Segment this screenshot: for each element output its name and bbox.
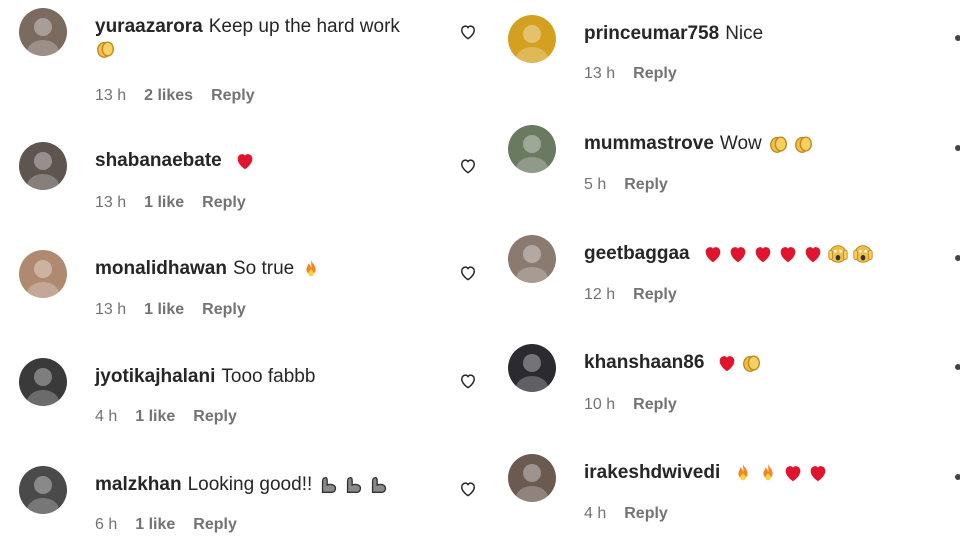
avatar[interactable] — [508, 235, 556, 283]
heart-outline-icon[interactable] — [458, 371, 478, 391]
comment-text: Keep up the hard work — [208, 16, 400, 37]
muscle-emoji-icon — [368, 474, 390, 496]
username-link[interactable]: geetbaggaa — [584, 243, 690, 264]
more-options-icon[interactable] — [955, 364, 960, 370]
fire-emoji-icon — [732, 462, 754, 484]
heart-outline-icon[interactable] — [458, 22, 478, 42]
muscle-emoji-icon — [318, 474, 340, 496]
comment-timestamp: 12 h — [584, 286, 616, 303]
comment-text: So true — [232, 258, 295, 279]
reply-button[interactable]: Reply — [633, 285, 677, 305]
more-options-icon[interactable] — [955, 35, 960, 41]
clap-emoji-icon — [741, 352, 763, 374]
comment-text: Nice — [725, 23, 764, 44]
comment-timestamp: 13 h — [95, 301, 127, 318]
username-link[interactable]: khanshaan86 — [584, 352, 704, 373]
likes-count[interactable]: 1 like — [135, 407, 175, 427]
comment-timestamp: 4 h — [584, 505, 607, 522]
comment-timestamp: 10 h — [584, 396, 616, 413]
heart-outline-icon[interactable] — [458, 479, 478, 499]
heart-emoji-icon — [234, 150, 256, 172]
comment-emojis — [95, 38, 117, 60]
username-link[interactable]: irakeshdwivedi — [584, 462, 720, 483]
comment-timestamp: 13 h — [95, 194, 127, 211]
comment-timestamp: 5 h — [584, 176, 607, 193]
avatar[interactable] — [508, 344, 556, 392]
likes-count[interactable]: 1 like — [144, 193, 184, 213]
likes-count[interactable]: 1 like — [135, 515, 175, 535]
avatar[interactable] — [508, 454, 556, 502]
reply-button[interactable]: Reply — [211, 86, 255, 106]
fire-emoji-icon — [300, 258, 322, 280]
avatar[interactable] — [19, 466, 67, 514]
comment-emojis — [300, 258, 322, 280]
heart-emoji-icon — [802, 243, 824, 265]
comment-emojis — [732, 462, 829, 484]
comment-timestamp: 13 h — [584, 65, 616, 82]
reply-button[interactable]: Reply — [633, 395, 677, 415]
heart-outline-icon[interactable] — [458, 156, 478, 176]
more-options-icon[interactable] — [955, 255, 960, 261]
heart-emoji-icon — [752, 243, 774, 265]
scream-emoji-icon — [852, 243, 874, 265]
heart-emoji-icon — [716, 352, 738, 374]
heart-emoji-icon — [777, 243, 799, 265]
username-link[interactable]: princeumar758 — [584, 23, 719, 44]
username-link[interactable]: yuraazarora — [95, 16, 203, 37]
reply-button[interactable]: Reply — [202, 300, 246, 320]
comment-text: Looking good!! — [187, 474, 313, 495]
comment-emojis — [768, 133, 815, 155]
reply-button[interactable]: Reply — [202, 193, 246, 213]
avatar[interactable] — [19, 250, 67, 298]
avatar[interactable] — [19, 8, 67, 56]
heart-emoji-icon — [727, 243, 749, 265]
username-link[interactable]: malzkhan — [95, 474, 182, 495]
avatar[interactable] — [19, 142, 67, 190]
muscle-emoji-icon — [343, 474, 365, 496]
comment-timestamp: 6 h — [95, 516, 118, 533]
more-options-icon[interactable] — [955, 474, 960, 480]
avatar[interactable] — [19, 358, 67, 406]
comment-text: Tooo fabbb — [221, 366, 316, 387]
clap-emoji-icon — [793, 133, 815, 155]
comment-timestamp: 4 h — [95, 408, 118, 425]
username-link[interactable]: monalidhawan — [95, 258, 227, 279]
avatar[interactable] — [508, 125, 556, 173]
heart-emoji-icon — [702, 243, 724, 265]
comment-emojis — [234, 150, 256, 172]
comment-emojis — [318, 474, 390, 496]
reply-button[interactable]: Reply — [624, 175, 668, 195]
clap-emoji-icon — [768, 133, 790, 155]
comment-emojis — [702, 243, 874, 265]
avatar[interactable] — [508, 15, 556, 63]
heart-emoji-icon — [782, 462, 804, 484]
username-link[interactable]: shabanaebate — [95, 150, 222, 171]
comment-text: Wow — [719, 133, 762, 154]
username-link[interactable]: jyotikajhalani — [95, 366, 215, 387]
reply-button[interactable]: Reply — [624, 504, 668, 524]
scream-emoji-icon — [827, 243, 849, 265]
reply-button[interactable]: Reply — [633, 64, 677, 84]
likes-count[interactable]: 2 likes — [144, 86, 193, 106]
username-link[interactable]: mummastrove — [584, 133, 714, 154]
likes-count[interactable]: 1 like — [144, 300, 184, 320]
comment-timestamp: 13 h — [95, 87, 127, 104]
reply-button[interactable]: Reply — [193, 515, 237, 535]
heart-outline-icon[interactable] — [458, 263, 478, 283]
comment-emojis — [716, 352, 763, 374]
clap-emoji-icon — [95, 38, 117, 60]
reply-button[interactable]: Reply — [193, 407, 237, 427]
fire-emoji-icon — [757, 462, 779, 484]
heart-emoji-icon — [807, 462, 829, 484]
more-options-icon[interactable] — [955, 145, 960, 151]
